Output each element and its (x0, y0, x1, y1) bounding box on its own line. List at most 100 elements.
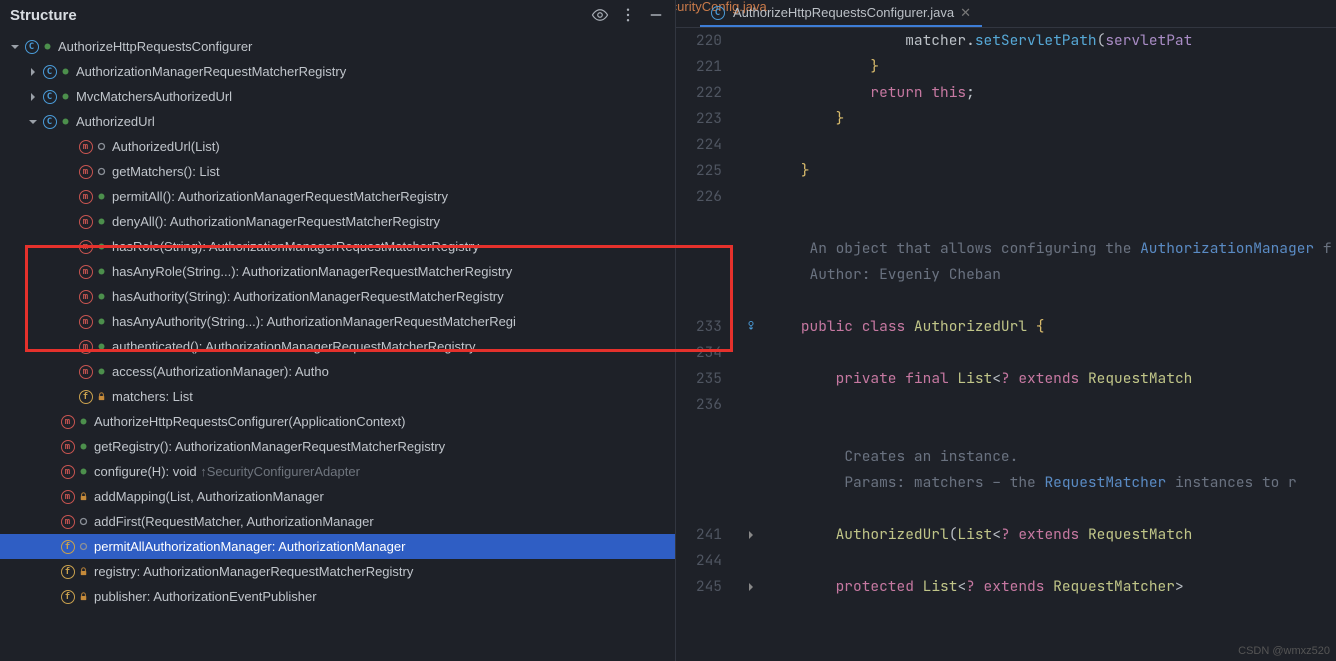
fold-icon[interactable] (746, 530, 756, 540)
code-line[interactable]: } (766, 54, 1336, 80)
twisty-icon[interactable] (26, 90, 40, 104)
tree-item[interactable]: fpermitAllAuthorizationManager: Authoriz… (0, 534, 675, 559)
gutter-slot (736, 418, 766, 444)
tree-item[interactable]: CMvcMatchersAuthorizedUrl (0, 84, 675, 109)
editor-panel: CWebSecurityConfig.java CAuthorizeHttpReq… (676, 0, 1336, 661)
twisty-icon (62, 365, 76, 379)
fold-icon[interactable] (746, 582, 756, 592)
code-line[interactable]: private final List<? extends RequestMatc… (766, 366, 1336, 392)
visibility-icon (77, 440, 90, 453)
line-number (676, 444, 722, 470)
twisty-icon[interactable] (8, 40, 22, 54)
code-line[interactable] (766, 340, 1336, 366)
code-line[interactable]: Creates an instance. (766, 444, 1336, 470)
code-line[interactable] (766, 184, 1336, 210)
tree-item[interactable]: mdenyAll(): AuthorizationManagerRequestM… (0, 209, 675, 234)
code-line[interactable]: } (766, 158, 1336, 184)
tree-item[interactable]: CAuthorizedUrl (0, 109, 675, 134)
twisty-icon (44, 565, 58, 579)
tree-item[interactable]: mhasAuthority(String): AuthorizationMana… (0, 284, 675, 309)
visibility-icon (95, 340, 108, 353)
tree-item[interactable]: mAuthorizeHttpRequestsConfigurer(Applica… (0, 409, 675, 434)
editor-tab[interactable]: CWebSecurityConfig.java (676, 0, 696, 13)
gutter-slot (736, 340, 766, 366)
implements-icon[interactable] (744, 320, 758, 334)
code-line[interactable]: Author: Evgeniy Cheban (766, 262, 1336, 288)
gutter-slot (736, 236, 766, 262)
tree-item[interactable]: mconfigure(H): void ↑SecurityConfigurerA… (0, 459, 675, 484)
tree-item[interactable]: mauthenticated(): AuthorizationManagerRe… (0, 334, 675, 359)
code-line[interactable]: An object that allows configuring the Au… (766, 236, 1336, 262)
code-line[interactable] (766, 132, 1336, 158)
method-icon: m (78, 364, 93, 379)
tree-item-label: MvcMatchersAuthorizedUrl (76, 89, 232, 104)
tree-item[interactable]: mpermitAll(): AuthorizationManagerReques… (0, 184, 675, 209)
gutter-slot (736, 496, 766, 522)
gutter-icons (736, 28, 766, 661)
tree-item[interactable]: fpublisher: AuthorizationEventPublisher (0, 584, 675, 609)
tree-item-label: authenticated(): AuthorizationManagerReq… (112, 339, 475, 354)
tree-item[interactable]: mhasRole(String): AuthorizationManagerRe… (0, 234, 675, 259)
code-line[interactable]: AuthorizedUrl(List<? extends RequestMatc… (766, 522, 1336, 548)
code-line[interactable] (766, 548, 1336, 574)
line-number (676, 262, 722, 288)
code-line[interactable]: return this; (766, 80, 1336, 106)
code-line[interactable] (766, 392, 1336, 418)
method-icon: m (60, 489, 75, 504)
tree-item-label: publisher: AuthorizationEventPublisher (94, 589, 317, 604)
code-area: 2202212222232242252262332342352362412442… (676, 28, 1336, 661)
code-line[interactable]: public class AuthorizedUrl { (766, 314, 1336, 340)
tree-item[interactable]: mhasAnyRole(String...): AuthorizationMan… (0, 259, 675, 284)
code-line[interactable] (766, 496, 1336, 522)
twisty-icon (44, 415, 58, 429)
twisty-icon[interactable] (26, 65, 40, 79)
gutter-slot (736, 574, 766, 600)
code-line[interactable]: } (766, 106, 1336, 132)
structure-panel: Structure CAuthorizeHttpRequestsConfigur… (0, 0, 676, 661)
line-number: 235 (676, 366, 722, 392)
gutter-slot (736, 392, 766, 418)
code-line[interactable] (766, 288, 1336, 314)
tree-item[interactable]: maddMapping(List, AuthorizationManager (0, 484, 675, 509)
tree-item[interactable]: fregistry: AuthorizationManagerRequestMa… (0, 559, 675, 584)
line-number: 233 (676, 314, 722, 340)
tree-item[interactable]: CAuthorizeHttpRequestsConfigurer (0, 34, 675, 59)
tree-item-label: hasAnyAuthority(String...): Authorizatio… (112, 314, 516, 329)
editor-tab[interactable]: CAuthorizeHttpRequestsConfigurer.java✕ (700, 0, 982, 27)
tree-item[interactable]: mgetMatchers(): List (0, 159, 675, 184)
tree-item[interactable]: fmatchers: List (0, 384, 675, 409)
code-line[interactable]: Params: matchers – the RequestMatcher in… (766, 470, 1336, 496)
view-icon[interactable] (591, 6, 609, 24)
twisty-icon[interactable] (26, 115, 40, 129)
minimize-icon[interactable] (647, 6, 665, 24)
visibility-icon (59, 115, 72, 128)
code-source[interactable]: matcher.setServletPath(servletPat } retu… (766, 28, 1336, 661)
line-number (676, 470, 722, 496)
visibility-icon (77, 590, 90, 603)
line-number (676, 236, 722, 262)
close-icon[interactable]: ✕ (960, 5, 972, 21)
tree-item[interactable]: mgetRegistry(): AuthorizationManagerRequ… (0, 434, 675, 459)
twisty-icon (44, 465, 58, 479)
visibility-icon (95, 315, 108, 328)
tree-item[interactable]: mhasAnyAuthority(String...): Authorizati… (0, 309, 675, 334)
class-icon: C (24, 39, 39, 54)
line-number: 222 (676, 80, 722, 106)
code-line[interactable] (766, 418, 1336, 444)
tree-item[interactable]: CAuthorizationManagerRequestMatcherRegis… (0, 59, 675, 84)
tree-item[interactable]: maddFirst(RequestMatcher, AuthorizationM… (0, 509, 675, 534)
tree-item[interactable]: maccess(AuthorizationManager): Autho (0, 359, 675, 384)
tree-item[interactable]: mAuthorizedUrl(List) (0, 134, 675, 159)
more-icon[interactable] (619, 6, 637, 24)
class-icon: C (42, 114, 57, 129)
field-icon: f (60, 539, 75, 554)
code-line[interactable]: protected List<? extends RequestMatcher> (766, 574, 1336, 600)
twisty-icon (62, 140, 76, 154)
gutter-slot (736, 522, 766, 548)
method-icon: m (78, 164, 93, 179)
code-line[interactable]: matcher.setServletPath(servletPat (766, 28, 1336, 54)
line-number: 244 (676, 548, 722, 574)
code-line[interactable] (766, 210, 1336, 236)
twisty-icon (44, 515, 58, 529)
twisty-icon (62, 265, 76, 279)
